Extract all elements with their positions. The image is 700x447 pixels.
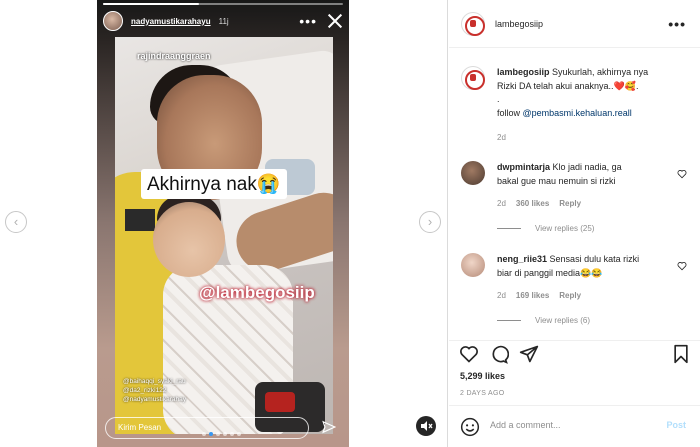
emoji-icon[interactable] [460,417,480,437]
bookmark-icon[interactable] [671,344,691,364]
story-frame: nadyamustikarahayu 11j ••• rajindraanggr… [97,0,349,447]
more-icon[interactable]: ••• [299,13,317,29]
instagram-post-view: ‹ nadyamustikarahayu 11j ••• rajindraang… [0,0,700,447]
comment-input[interactable]: Add a comment... [490,420,561,430]
caption-age: 2d [497,133,506,142]
post-header: lambegosiip ••• [449,0,700,48]
post-comment-button[interactable]: Post [666,420,686,430]
comment-icon[interactable] [489,344,509,364]
comment-item: dwpmintarja Klo jadi nadia, ga bakal gue… [461,161,687,241]
story-progress-bar [103,3,343,5]
story-avatar[interactable] [103,11,123,31]
comments-list: lambegosiip Syukurlah, akhirnya nya Rizk… [449,48,700,340]
media-pane: ‹ nadyamustikarahayu 11j ••• rajindraang… [0,0,448,447]
reply-button[interactable]: Reply [559,199,581,208]
avatar[interactable] [461,11,485,36]
post-author-username[interactable]: lambegosiip [495,19,543,29]
avatar[interactable] [461,66,485,90]
caption-username[interactable]: lambegosiip [497,67,550,77]
comment-age: 2d [497,199,506,208]
likes-count[interactable]: 5,299 likes [460,371,505,381]
view-replies-button[interactable]: View replies (6) [497,316,590,325]
heart-icon[interactable] [459,344,479,364]
action-icons-row [459,344,691,366]
send-icon[interactable] [322,420,336,434]
comment-likes[interactable]: 360 likes [516,199,549,208]
view-replies-button[interactable]: View replies (25) [497,224,594,233]
heart-icon[interactable] [677,169,687,179]
carousel-dots [202,432,241,436]
comment-text: bakal gue mau nemuin si rizki [497,175,616,186]
avatar[interactable] [461,253,485,277]
reply-button[interactable]: Reply [559,291,581,300]
mention-link[interactable]: @pembasmi.kehaluan.reall [523,108,632,118]
caption-text: Syukurlah, akhirnya nya [552,67,649,77]
tag-sticker[interactable]: rajindraanggraen [137,51,211,61]
tagged-user[interactable]: @nadyamustikarahay [123,395,186,404]
mention-sticker[interactable]: @lambegosiip [199,283,315,303]
post-date: 2 DAYS AGO [460,390,505,397]
next-slide-button[interactable]: › [419,211,441,233]
story-photo: rajindraanggraen Akhirnya nak😭 @lambegos… [115,37,333,434]
post-caption: lambegosiip Syukurlah, akhirnya nya Rizk… [461,66,687,146]
comment-item: neng_riie31 Sensasi dulu kata rizki biar… [461,253,687,338]
tagged-users: @baihaqqi_syaki_rau @da2_rizki122 @nadya… [123,377,186,404]
tagged-user[interactable]: @da2_rizki122 [123,386,186,395]
prev-slide-button[interactable]: ‹ [5,211,27,233]
comment-likes[interactable]: 169 likes [516,291,549,300]
post-side-panel: lambegosiip ••• lambegosiip Syukurlah, a… [449,0,700,447]
add-comment-row: Add a comment... Post [449,405,700,447]
comment-text: Sensasi dulu kata rizki [549,254,640,264]
comment-username[interactable]: dwpmintarja [497,162,550,172]
close-icon[interactable] [327,13,343,29]
post-actions: 5,299 likes 2 DAYS AGO Add a comment... … [449,340,700,447]
caption-text: Rizki DA telah akui anaknya..❤️🥰. [497,80,639,91]
comment-age: 2d [497,291,506,300]
comment-text: biar di panggil media😂😂 [497,267,603,278]
comment-text: Klo jadi nadia, ga [552,162,622,172]
story-username[interactable]: nadyamustikarahayu [131,17,211,26]
mute-icon[interactable] [416,416,436,436]
story-time: 11j [218,16,229,26]
more-icon[interactable]: ••• [668,16,686,32]
heart-icon[interactable] [677,261,687,271]
comment-username[interactable]: neng_riie31 [497,254,547,264]
avatar[interactable] [461,161,485,185]
tagged-user[interactable]: @baihaqqi_syaki_rau [123,377,186,386]
story-header: nadyamustikarahayu 11j ••• [103,10,345,32]
share-icon[interactable] [519,344,539,364]
caption-sticker: Akhirnya nak😭 [141,169,287,199]
